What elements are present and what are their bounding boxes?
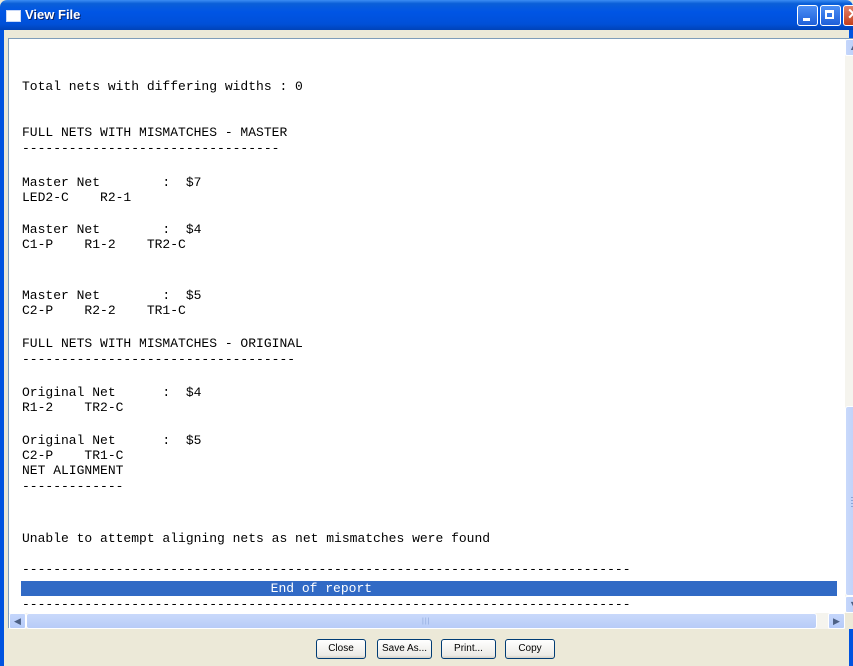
window-icon [6, 10, 21, 22]
horizontal-scroll-thumb[interactable]: ||| [26, 613, 817, 629]
maximize-button[interactable] [820, 5, 841, 26]
report-line: R1-2 TR2-C [22, 400, 124, 415]
scroll-right-button[interactable]: ▶ [828, 613, 845, 629]
report-line: Master Net : $7 [22, 175, 202, 190]
horizontal-scrollbar[interactable]: ◀ ||| ▶ [9, 613, 845, 629]
report-line: ------------- [22, 479, 124, 494]
report-line: Master Net : $5 [22, 288, 202, 303]
save-as-button[interactable]: Save As... [377, 639, 432, 659]
report-line: C1-P R1-2 TR2-C [22, 237, 186, 252]
minimize-icon [803, 18, 810, 21]
close-button[interactable]: Close [316, 639, 366, 659]
copy-button[interactable]: Copy [505, 639, 555, 659]
report-line: LED2-C R2-1 [22, 190, 132, 205]
close-icon: ✕ [847, 7, 853, 23]
report-line: Master Net : $4 [22, 222, 202, 237]
scrollbar-corner [845, 613, 853, 629]
report-line: C2-P TR1-C [22, 448, 124, 463]
report-line: ----------------------------------------… [22, 597, 631, 612]
window-frame-left [0, 30, 4, 666]
report-text-area[interactable]: Total nets with differing widths : 0 FUL… [8, 38, 853, 629]
report-line: ----------------------------------- [22, 352, 296, 367]
maximize-icon [825, 10, 834, 19]
minimize-button[interactable] [797, 5, 818, 26]
title-bar[interactable]: View File ✕ [0, 0, 853, 30]
report-line: Original Net : $4 [22, 385, 202, 400]
chevron-left-icon: ◀ [14, 616, 21, 626]
report-line: C2-P R2-2 TR1-C [22, 303, 186, 318]
report-line-selected: End of report [21, 581, 837, 596]
grip-icon: ||| [422, 618, 431, 625]
close-window-button[interactable]: ✕ [843, 5, 853, 26]
report-line: FULL NETS WITH MISMATCHES - MASTER [22, 125, 288, 140]
chevron-right-icon: ▶ [833, 616, 840, 626]
report-line: ----------------------------------------… [22, 562, 631, 577]
scroll-down-button[interactable]: ▼ [845, 596, 853, 613]
chevron-up-icon: ▲ [849, 42, 853, 52]
scroll-up-button[interactable]: ▲ [845, 39, 853, 56]
report-line: Original Net : $5 [22, 433, 202, 448]
print-button[interactable]: Print... [441, 639, 496, 659]
report-line: Total nets with differing widths : 0 [22, 79, 303, 94]
chevron-down-icon: ▼ [849, 599, 853, 609]
report-line: FULL NETS WITH MISMATCHES - ORIGINAL [22, 336, 303, 351]
vertical-scroll-thumb[interactable] [845, 406, 853, 596]
report-line: --------------------------------- [22, 141, 280, 156]
report-line: Unable to attempt aligning nets as net m… [22, 531, 491, 546]
report-line: NET ALIGNMENT [22, 463, 124, 478]
window-title: View File [25, 7, 81, 22]
scroll-left-button[interactable]: ◀ [9, 613, 26, 629]
vertical-scrollbar[interactable]: ▲ ▼ [845, 39, 853, 613]
